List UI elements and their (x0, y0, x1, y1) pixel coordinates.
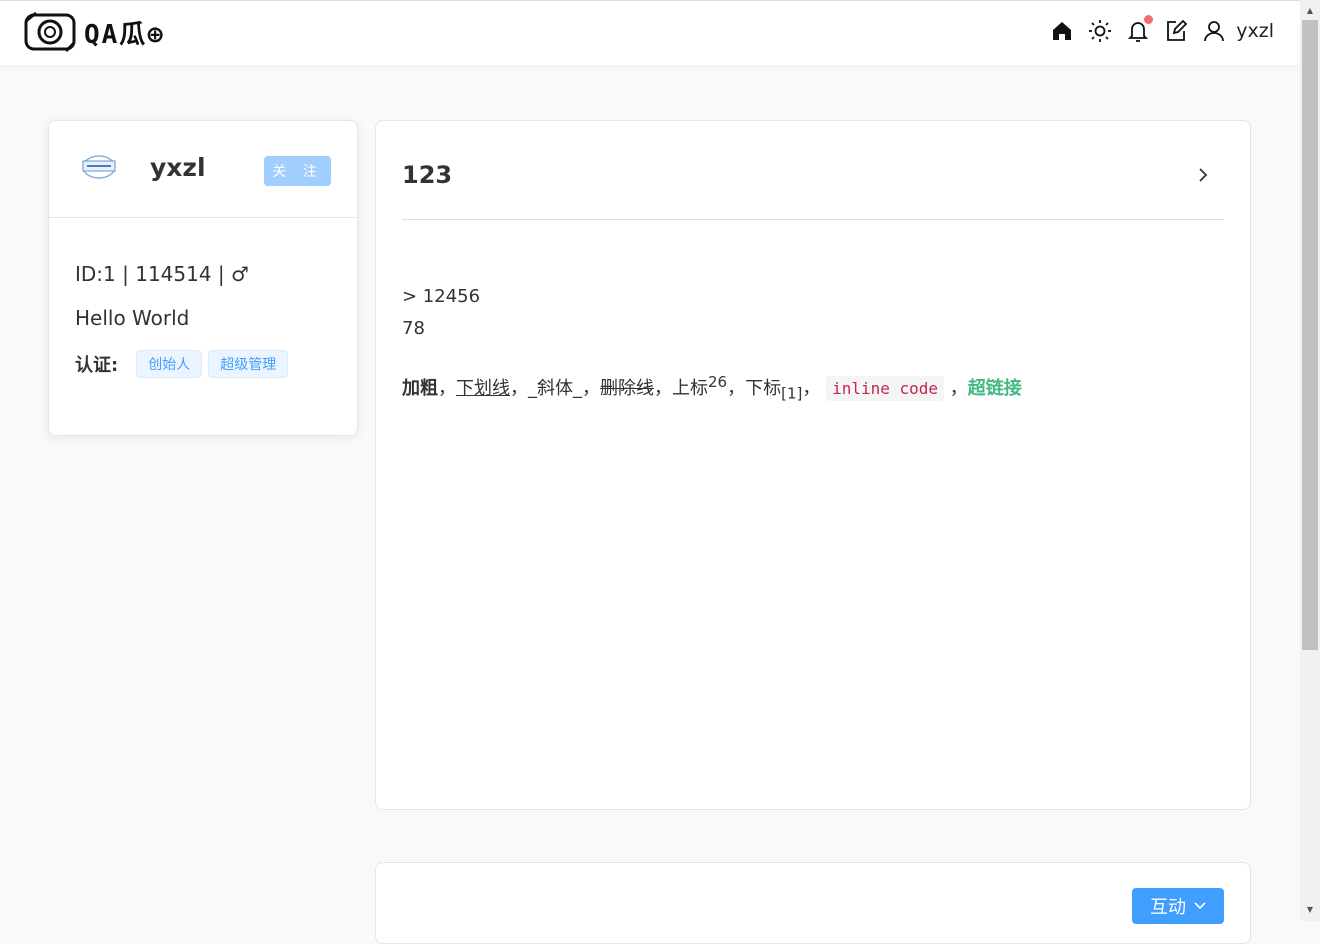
avatar[interactable] (81, 153, 117, 181)
chevron-right-icon[interactable] (1196, 165, 1210, 185)
page-scrollbar[interactable]: ▲ ▼ (1300, 0, 1320, 921)
sun-icon[interactable] (1088, 19, 1112, 43)
strikethrough-text: 删除线 (600, 378, 654, 399)
certifications: 认证: 创始人 超级管理 (75, 350, 331, 378)
bold-text: 加粗 (402, 378, 438, 399)
separator: ， (510, 378, 528, 399)
subscript-base: 下标 (745, 378, 782, 399)
quote-line: > 12456 (402, 286, 481, 307)
bell-icon[interactable] (1126, 15, 1154, 43)
separator: ， (654, 378, 672, 399)
profile-header: yxzl 关 注 (49, 121, 357, 218)
logo-icon (24, 11, 76, 53)
chevron-down-icon (1194, 902, 1206, 910)
follow-button[interactable]: 关 注 (264, 156, 331, 186)
divider (402, 219, 1224, 220)
profile-meta: ID:1 | 114514 | ♂ (75, 262, 249, 286)
scrollbar-thumb[interactable] (1302, 20, 1318, 650)
separator: ， (582, 378, 600, 399)
top-navbar: QA瓜⊕ yxzl (0, 0, 1300, 65)
user-icon[interactable] (1202, 19, 1226, 43)
home-icon[interactable] (1050, 19, 1074, 43)
tag-founder: 创始人 (136, 350, 203, 378)
superscript: 26 (708, 373, 728, 391)
profile-bio: Hello World (75, 306, 190, 330)
superscript-base: 上标 (672, 378, 708, 399)
subscript: [1] (781, 384, 803, 403)
article-card: 123 > 12456 78 加粗，下划线，_斜体_，删除线，上标26，下标[1… (375, 120, 1251, 810)
separator: ， (727, 378, 746, 399)
interact-label: 互动 (1150, 897, 1186, 918)
cert-label: 认证: (75, 355, 119, 376)
hyperlink[interactable]: 超链接 (968, 378, 1022, 399)
notification-dot (1144, 15, 1154, 24)
separator: ， (438, 378, 456, 399)
nav-actions: yxzl (1050, 15, 1274, 43)
site-logo[interactable]: QA瓜⊕ (24, 11, 165, 53)
underline-text: 下划线 (456, 378, 510, 399)
interaction-card: 互动 (375, 862, 1251, 944)
inline-code: inline code (826, 376, 945, 401)
logo-text: QA瓜⊕ (84, 19, 165, 50)
tag-admin: 超级管理 (208, 350, 289, 378)
profile-card: yxzl 关 注 ID:1 | 114514 | ♂ Hello World 认… (48, 120, 358, 436)
interact-dropdown-button[interactable]: 互动 (1132, 888, 1224, 924)
italic-markdown-text: _斜体_ (528, 378, 582, 399)
nav-username[interactable]: yxzl (1236, 20, 1274, 42)
profile-username: yxzl (150, 153, 206, 182)
rich-text-line: 加粗，下划线，_斜体_，删除线，上标26，下标[1]， inline code … (402, 373, 1022, 403)
separator: ， (802, 378, 821, 399)
scroll-up-icon[interactable]: ▲ (1300, 2, 1320, 20)
article-body: > 12456 78 加粗，下划线，_斜体_，删除线，上标26，下标[1]， i… (402, 281, 1022, 403)
text-line: 78 (402, 318, 425, 339)
article-title: 123 (402, 161, 453, 189)
separator: ， (949, 378, 968, 399)
edit-icon[interactable] (1164, 19, 1188, 43)
scroll-down-icon[interactable]: ▼ (1300, 901, 1320, 919)
